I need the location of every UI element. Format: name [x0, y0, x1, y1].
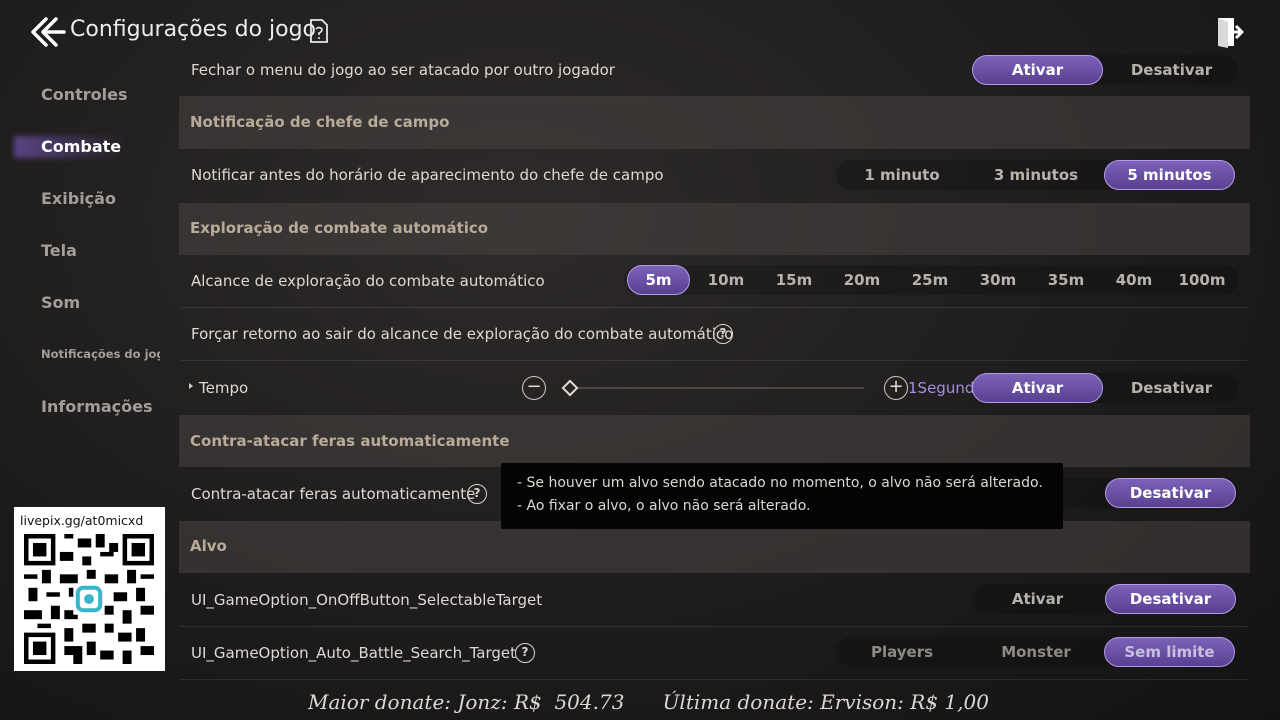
- qr-caption: livepix.gg/at0micxd: [20, 513, 144, 528]
- row-label-auto-range: Alcance de exploração do combate automát…: [191, 272, 545, 290]
- tooltip-line-2: - Ao fixar o alvo, o alvo não será alter…: [517, 498, 811, 514]
- force-return-help-icon[interactable]: ?: [713, 324, 733, 344]
- range-20m-button[interactable]: 20m: [830, 265, 894, 295]
- sidebar-item-informacoes[interactable]: Informações: [41, 397, 153, 416]
- tempo-minus-icon[interactable]: −: [522, 376, 546, 400]
- row-label-tempo: Tempo: [199, 379, 249, 397]
- field-boss-1min-button[interactable]: 1 minuto: [836, 160, 968, 190]
- range-15m-button[interactable]: 15m: [762, 265, 826, 295]
- search-target-monster-button[interactable]: Monster: [970, 637, 1102, 667]
- field-boss-options: 1 minuto 3 minutos 5 minutos: [836, 160, 1236, 190]
- sub-item-arrow-icon: [189, 383, 193, 389]
- search-target-options: Players Monster Sem limite: [836, 637, 1236, 667]
- exit-door-icon[interactable]: [1214, 14, 1250, 50]
- range-35m-button[interactable]: 35m: [1034, 265, 1098, 295]
- row-label-selectable-target: UI_GameOption_OnOffButton_SelectableTarg…: [191, 591, 543, 609]
- search-target-help-icon[interactable]: ?: [515, 643, 535, 663]
- range-10m-button[interactable]: 10m: [694, 265, 758, 295]
- sidebar-item-som[interactable]: Som: [41, 293, 80, 312]
- range-30m-button[interactable]: 30m: [966, 265, 1030, 295]
- tooltip: - Se houver um alvo sendo atacado no mom…: [501, 463, 1063, 529]
- sidebar-item-notificacoes[interactable]: Notificações do jogo: [41, 347, 160, 361]
- tooltip-line-1: - Se houver um alvo sendo atacado no mom…: [517, 475, 1043, 491]
- row-label-force-return: Forçar retorno ao sair do alcance de exp…: [191, 325, 734, 343]
- divider: [180, 360, 1249, 361]
- field-boss-3min-button[interactable]: 3 minutos: [970, 160, 1102, 190]
- sidebar-item-exibicao[interactable]: Exibição: [41, 189, 116, 208]
- donation-footer: Maior donate: Jonz: R$ 504.73 Última don…: [308, 690, 989, 714]
- divider: [180, 626, 1249, 627]
- range-40m-button[interactable]: 40m: [1102, 265, 1166, 295]
- tempo-slider-thumb[interactable]: [561, 379, 579, 397]
- divider: [180, 679, 1249, 680]
- section-title-counter: Contra-atacar feras automaticamente: [190, 432, 510, 450]
- search-target-players-button[interactable]: Players: [836, 637, 968, 667]
- close-menu-on-button[interactable]: Ativar: [972, 55, 1103, 85]
- qr-code-icon: [24, 534, 154, 664]
- toggle-selectable-target: Ativar Desativar: [972, 584, 1238, 614]
- back-double-chevron-icon[interactable]: [30, 16, 66, 48]
- sidebar-item-tela[interactable]: Tela: [41, 241, 77, 260]
- range-25m-button[interactable]: 25m: [898, 265, 962, 295]
- counter-off-button[interactable]: Desativar: [1105, 478, 1236, 508]
- tempo-slider-track[interactable]: [578, 387, 864, 389]
- counter-help-icon[interactable]: ?: [467, 484, 487, 504]
- sidebar-item-combate[interactable]: Combate: [41, 137, 121, 156]
- section-title-target: Alvo: [190, 537, 227, 555]
- page-title: Configurações do jogo: [70, 17, 317, 42]
- section-title-field-boss: Notificação de chefe de campo: [190, 113, 450, 131]
- selectable-target-on-button[interactable]: Ativar: [972, 584, 1103, 614]
- document-icon[interactable]: [309, 19, 329, 43]
- selectable-target-off-button[interactable]: Desativar: [1105, 584, 1236, 614]
- search-target-unlimited-button[interactable]: Sem limite: [1104, 637, 1235, 667]
- row-label-search-target: UI_GameOption_Auto_Battle_Search_Target: [191, 644, 517, 662]
- range-100m-button[interactable]: 100m: [1170, 265, 1234, 295]
- toggle-close-menu: Ativar Desativar: [972, 55, 1238, 85]
- auto-range-options: 5m 10m 15m 20m 25m 30m 35m 40m 100m: [624, 265, 1238, 295]
- tempo-on-button[interactable]: Ativar: [972, 373, 1103, 403]
- close-menu-off-button[interactable]: Desativar: [1105, 55, 1238, 85]
- section-title-auto-explore: Exploração de combate automático: [190, 219, 489, 237]
- row-label-field-boss-notify: Notificar antes do horário de aparecimen…: [191, 166, 664, 184]
- tempo-off-button[interactable]: Desativar: [1105, 373, 1238, 403]
- range-5m-button[interactable]: 5m: [627, 265, 690, 295]
- field-boss-5min-button[interactable]: 5 minutos: [1104, 160, 1235, 190]
- sidebar-item-controles[interactable]: Controles: [41, 85, 128, 104]
- row-label-close-menu: Fechar o menu do jogo ao ser atacado por…: [191, 61, 615, 79]
- toggle-tempo: Ativar Desativar: [972, 373, 1238, 403]
- tempo-plus-icon[interactable]: +: [884, 376, 908, 400]
- divider: [180, 307, 1249, 308]
- row-label-counter: Contra-atacar feras automaticamente: [191, 485, 476, 503]
